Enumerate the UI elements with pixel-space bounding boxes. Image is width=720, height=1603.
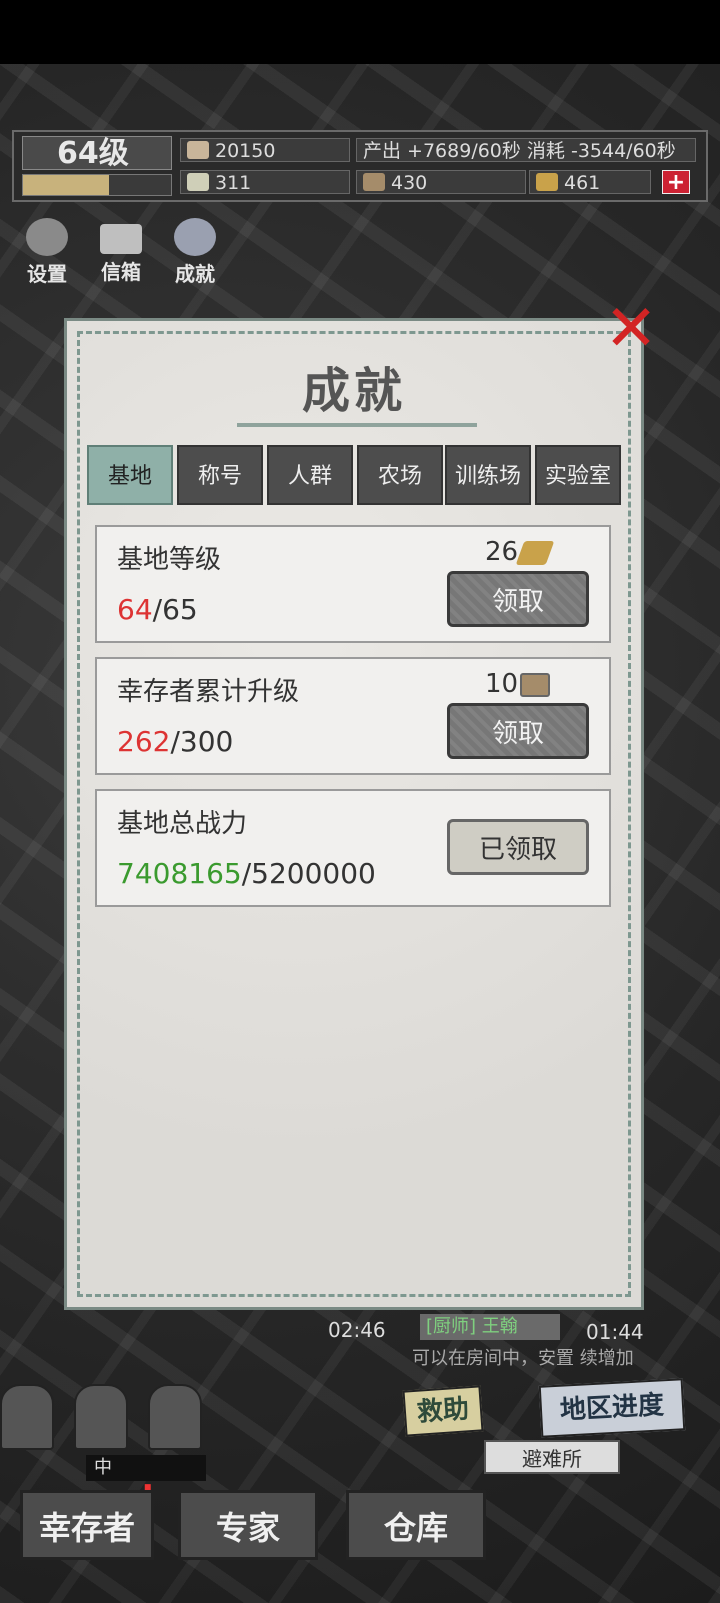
- nav-warehouse[interactable]: 仓库: [346, 1490, 486, 1560]
- water-resource[interactable]: 311: [180, 170, 350, 194]
- claimed-button: 已领取: [447, 819, 589, 875]
- claim-button[interactable]: 领取: [447, 571, 589, 627]
- panel-title: 成就: [301, 363, 406, 419]
- food-resource[interactable]: 20150: [180, 138, 350, 162]
- help-button[interactable]: 救助: [402, 1385, 484, 1437]
- star-icon: [174, 218, 216, 256]
- xp-progress-bar: [22, 174, 172, 196]
- survivor-avatar[interactable]: [0, 1384, 54, 1450]
- tab-lab[interactable]: 实验室: [535, 445, 621, 505]
- tab-bar: 基地 称号 人群 农场 训练场 实验室: [87, 445, 621, 505]
- gold-bar-icon: [515, 540, 555, 565]
- survivor-avatar[interactable]: [74, 1384, 128, 1450]
- gold-bar-icon: [536, 173, 558, 191]
- achievements-label: 成就: [175, 262, 215, 286]
- achievement-progress: 64/65: [117, 593, 198, 626]
- nav-survivors[interactable]: 幸存者: [20, 1490, 154, 1560]
- timer-left: 02:46: [328, 1318, 386, 1342]
- nav-experts[interactable]: 专家: [178, 1490, 318, 1560]
- level-badge: 64级: [22, 136, 172, 171]
- material-resource[interactable]: 430: [356, 170, 526, 194]
- reward: 10: [485, 669, 551, 701]
- claim-button[interactable]: 领取: [447, 703, 589, 759]
- tab-titles[interactable]: 称号: [177, 445, 263, 505]
- achievement-title: 基地总战力: [117, 809, 248, 839]
- timer-right: 01:44: [586, 1320, 644, 1344]
- achievement-card: 基地总战力 7408165/5200000 已领取: [95, 789, 611, 907]
- water-icon: [187, 173, 209, 191]
- achievement-card: 幸存者累计升级 262/300 10 领取: [95, 657, 611, 775]
- resource-bar: 64级 20150 产出 +7689/60秒 消耗 -3544/60秒 311 …: [12, 130, 708, 202]
- food-icon: [187, 141, 209, 159]
- gold-resource[interactable]: 461: [529, 170, 651, 194]
- tab-training[interactable]: 训练场: [445, 445, 531, 505]
- chat-tag: [厨师] 王翰: [420, 1314, 560, 1340]
- xp-progress-fill: [23, 175, 109, 195]
- tab-farm[interactable]: 农场: [357, 445, 443, 505]
- achievement-progress: 262/300: [117, 725, 234, 758]
- tab-crowd[interactable]: 人群: [267, 445, 353, 505]
- region-progress-button[interactable]: 地区进度: [538, 1378, 686, 1438]
- achievement-title: 幸存者累计升级: [117, 677, 300, 707]
- bucket-icon: [363, 173, 385, 191]
- add-resource-button[interactable]: +: [662, 170, 690, 195]
- survivor-avatar[interactable]: [148, 1384, 202, 1450]
- achievement-title: 基地等级: [117, 545, 222, 575]
- settings-label: 设置: [27, 262, 67, 286]
- close-icon[interactable]: ✕: [598, 296, 664, 362]
- settings-button[interactable]: 设置: [12, 218, 82, 286]
- mailbox-button[interactable]: 信箱: [86, 218, 156, 286]
- shelter-button[interactable]: 避难所: [484, 1440, 620, 1474]
- production-rate: 产出 +7689/60秒 消耗 -3544/60秒: [356, 138, 696, 162]
- bucket-icon: [520, 672, 551, 697]
- tab-base[interactable]: 基地: [87, 445, 173, 505]
- reward: 26: [485, 537, 555, 569]
- status-bar: [0, 0, 720, 64]
- title-divider: [237, 423, 477, 427]
- gear-icon: [26, 218, 68, 256]
- notice-text: 可以在房间中，安置 续增加: [412, 1348, 634, 1369]
- achievement-panel: 成就 基地 称号 人群 农场 训练场 实验室 基地等级 64/65 26 领取 …: [64, 318, 644, 1310]
- achievement-card: 基地等级 64/65 26 领取: [95, 525, 611, 643]
- mail-icon: [100, 224, 142, 254]
- achievement-progress: 7408165/5200000: [117, 857, 376, 890]
- achievements-button[interactable]: 成就: [160, 218, 230, 286]
- mailbox-label: 信箱: [101, 260, 141, 284]
